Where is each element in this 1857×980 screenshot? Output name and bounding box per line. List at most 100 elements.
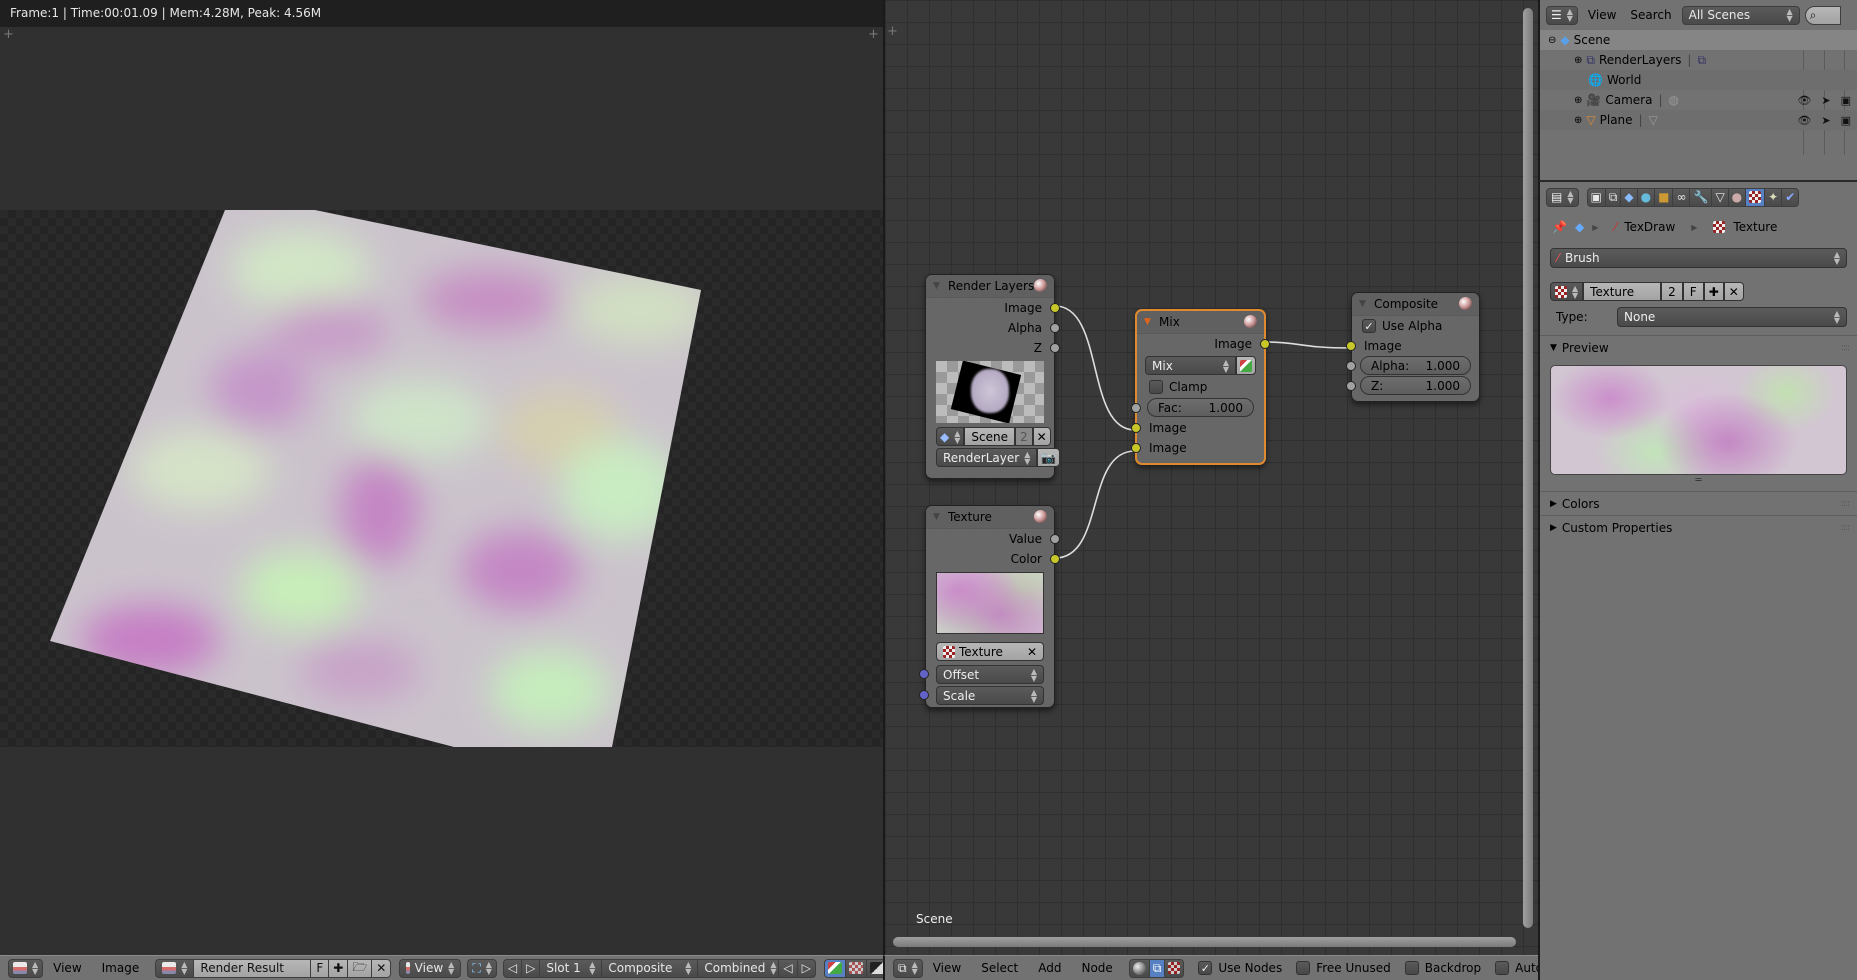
image-name-field[interactable]: Render Result xyxy=(193,958,312,978)
tab-object[interactable]: ■ xyxy=(1654,187,1674,207)
tab-scene[interactable]: ◆ xyxy=(1620,187,1638,207)
node-header[interactable]: ▼ Render Layers xyxy=(926,275,1054,298)
outliner-item-world[interactable]: 🌐 World xyxy=(1540,70,1857,90)
output-socket-color[interactable] xyxy=(1050,554,1060,564)
collapse-icon[interactable]: ⊖ xyxy=(1548,35,1556,46)
expand-icon[interactable]: ⊕ xyxy=(1574,115,1582,126)
texture-name-field[interactable]: Texture xyxy=(1583,282,1662,301)
tab-texture[interactable] xyxy=(1745,187,1766,207)
compositing-nodes-button[interactable]: ⧉ xyxy=(1148,958,1166,978)
menu-node[interactable]: Node xyxy=(1071,961,1122,975)
selectability-cursor-icon[interactable]: ➤ xyxy=(1821,94,1830,107)
tab-physics[interactable]: ✔ xyxy=(1781,187,1800,207)
unlink-texture-button[interactable]: ✕ xyxy=(1723,282,1744,301)
prev-slot-button[interactable]: ◁ xyxy=(502,958,523,978)
pass-select[interactable]: Combined ▲ ▼ xyxy=(697,958,780,978)
node-header[interactable]: ▼ Mix xyxy=(1137,311,1264,334)
texture-context-select[interactable]: ⁄ Brush ▲ ▼ xyxy=(1550,248,1847,268)
view-mode-select[interactable]: View ▲ ▼ xyxy=(399,958,462,978)
texture-browse-button[interactable]: ▲ ▼ xyxy=(1550,282,1584,301)
pin-icon[interactable]: 📌 xyxy=(1552,220,1567,234)
scene-name-field[interactable]: Scene xyxy=(964,427,1015,446)
new-texture-button[interactable]: ✚ xyxy=(1703,282,1724,301)
output-socket-z[interactable] xyxy=(1050,343,1060,353)
grip-icon[interactable]: :::: xyxy=(1841,343,1850,353)
scale-select[interactable]: Scale ▲ ▼ xyxy=(936,686,1044,705)
menu-image[interactable]: Image xyxy=(92,961,150,975)
shader-nodes-button[interactable] xyxy=(1128,958,1150,978)
region-plus-icon[interactable]: + xyxy=(3,27,14,42)
slot-select[interactable]: Slot 1 ▲ ▼ xyxy=(539,958,603,978)
tab-data[interactable]: ▽ xyxy=(1711,187,1729,207)
outliner-item-camera[interactable]: ⊕ 🎥 Camera | ◍ 👁 ➤ ▣ xyxy=(1540,90,1857,110)
render-layer-select[interactable]: RenderLayer ▲ ▼ xyxy=(936,448,1038,467)
free-unused-toggle[interactable]: Free Unused xyxy=(1296,961,1391,975)
renderability-camera-icon[interactable]: ▣ xyxy=(1841,94,1851,107)
editor-type-button[interactable]: ▲ ▼ xyxy=(8,958,44,978)
panel-preview-header[interactable]: ▼ Preview:::: xyxy=(1540,335,1857,359)
input-socket-scale[interactable] xyxy=(919,690,929,700)
menu-select[interactable]: Select xyxy=(971,961,1028,975)
panel-custom-properties-header[interactable]: ▶ Custom Properties:::: xyxy=(1540,515,1857,539)
preview-toggle-icon[interactable] xyxy=(1034,510,1047,523)
tab-render-layers[interactable]: ⧉ xyxy=(1604,187,1622,207)
tab-material[interactable]: ● xyxy=(1727,187,1747,207)
node-editor[interactable]: + ▼ Render Layers Image Alpha Z ◆ ▲ ▼ Scene… xyxy=(883,0,1538,955)
new-image-button[interactable]: ✚ xyxy=(328,958,349,978)
use-nodes-checkbox[interactable]: ✓ xyxy=(1198,961,1213,975)
backdrop-toggle[interactable]: Backdrop xyxy=(1404,961,1481,975)
fake-user-button[interactable]: F xyxy=(310,958,330,978)
tab-constraints[interactable]: ∞ xyxy=(1672,187,1691,207)
draw-color-alpha-button[interactable] xyxy=(823,958,846,978)
expand-icon[interactable]: ⊕ xyxy=(1574,95,1582,106)
tab-world[interactable]: ● xyxy=(1636,187,1656,207)
next-slot-button[interactable]: ▷ xyxy=(521,958,541,978)
tab-modifiers[interactable]: 🔧 xyxy=(1689,187,1713,207)
vertical-scrollbar[interactable] xyxy=(1523,8,1533,928)
grip-icon[interactable]: :::: xyxy=(1841,523,1850,533)
menu-view[interactable]: View xyxy=(43,961,91,975)
fake-user-button[interactable]: F xyxy=(1682,282,1704,301)
fac-field[interactable]: Fac: 1.000 xyxy=(1147,398,1254,417)
outliner-item-scene[interactable]: ⊖ ◆ Scene xyxy=(1540,30,1857,50)
texture-select[interactable]: Texture ✕ xyxy=(936,642,1044,661)
use-alpha-checkbox[interactable]: ✓ xyxy=(1362,319,1376,333)
menu-search[interactable]: Search xyxy=(1626,8,1681,22)
outliner-item-renderlayers[interactable]: ⊕ ⧉ RenderLayers | ⧉ xyxy=(1540,50,1857,70)
expand-icon[interactable]: ⊕ xyxy=(1574,55,1582,66)
draw-alpha-button[interactable] xyxy=(844,958,867,978)
input-socket-image[interactable] xyxy=(1346,341,1356,351)
render-result-image[interactable] xyxy=(0,210,883,747)
editor-type-button[interactable]: ⧉ ▲ ▼ xyxy=(893,958,923,978)
grip-icon[interactable]: :::: xyxy=(1841,499,1850,509)
selectability-cursor-icon[interactable]: ➤ xyxy=(1821,114,1830,127)
collapse-icon[interactable]: ▼ xyxy=(933,512,940,522)
outliner-search-field[interactable]: ⌕ xyxy=(1804,5,1841,25)
backdrop-checkbox[interactable] xyxy=(1404,961,1419,975)
node-header[interactable]: ▼ Composite xyxy=(1352,293,1479,316)
offset-select[interactable]: Offset ▲ ▼ xyxy=(936,665,1044,684)
tab-render[interactable]: ▣ xyxy=(1586,187,1606,207)
output-socket-alpha[interactable] xyxy=(1050,323,1060,333)
texture-users-button[interactable]: 2 xyxy=(1661,282,1683,301)
free-unused-checkbox[interactable] xyxy=(1296,961,1311,975)
unlink-scene-button[interactable]: ✕ xyxy=(1032,427,1051,446)
visibility-eye-icon[interactable]: 👁 xyxy=(1797,114,1811,127)
unlink-image-button[interactable]: ✕ xyxy=(371,958,392,978)
collapse-icon[interactable]: ▼ xyxy=(1359,299,1366,309)
output-socket-value[interactable] xyxy=(1050,534,1060,544)
outliner-item-plane[interactable]: ⊕ ▽ Plane | ▽ 👁 ➤ ▣ xyxy=(1540,110,1857,130)
preview-toggle-icon[interactable] xyxy=(1034,279,1047,292)
texture-type-select[interactable]: None ▲ ▼ xyxy=(1617,307,1847,327)
input-socket-image-1[interactable] xyxy=(1131,423,1141,433)
collapse-icon[interactable]: ▼ xyxy=(1144,317,1151,327)
render-layer-button[interactable]: 📷 xyxy=(1037,448,1061,467)
auto-render-checkbox[interactable] xyxy=(1495,961,1510,975)
pivot-select[interactable]: ⛶ ▲ ▼ xyxy=(467,958,497,978)
next-pass-button[interactable]: ▷ xyxy=(796,958,816,978)
editor-type-button[interactable]: ☰ ▲ ▼ xyxy=(1546,5,1578,25)
menu-view[interactable]: View xyxy=(1578,8,1626,22)
close-icon[interactable]: ✕ xyxy=(1027,645,1037,659)
open-image-button[interactable]: 🗁 xyxy=(347,958,373,978)
preview-resize-handle[interactable]: ═ xyxy=(1540,476,1857,486)
